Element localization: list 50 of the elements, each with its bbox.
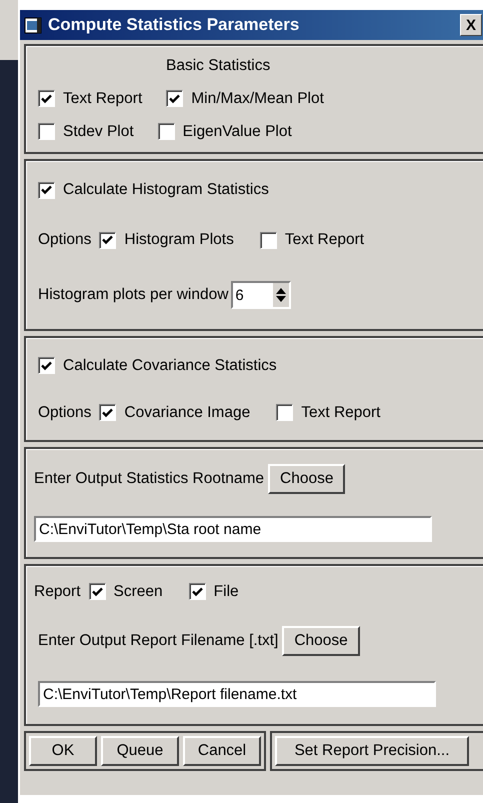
plots-per-window-label: Histogram plots per window [38,286,228,304]
rootname-label: Enter Output Statistics Rootname [34,470,264,488]
rootname-field[interactable]: C:\EnviTutor\Temp\Sta root name [34,516,432,542]
checkbox[interactable] [38,123,55,140]
checkbox-label: Calculate Histogram Statistics [63,181,269,199]
checkmark-icon [41,185,52,195]
close-button[interactable]: X [460,14,482,36]
checkmark-icon [41,360,52,370]
checkbox-label: EigenValue Plot [182,122,292,141]
checkbox-label: File [214,582,239,601]
checkbox[interactable] [38,90,55,108]
checkbox-label: Text Report [284,231,364,249]
checkbox[interactable] [166,90,184,108]
dialog-button[interactable]: OK [29,736,97,766]
report-filename-label: Enter Output Report Filename [.txt] [38,632,278,650]
checkbox-label: Histogram Plots [124,231,234,249]
choose-button[interactable]: Choose [268,464,346,494]
report-filename-field[interactable]: C:\EnviTutor\Temp\Report filename.txt [38,681,436,708]
window-icon [24,16,42,34]
choose-button[interactable]: Choose [282,626,360,656]
checkbox[interactable] [276,404,294,421]
checkmark-icon [192,586,203,597]
checkbox-label: Covariance Image [124,404,250,422]
options-label: Options [38,404,92,422]
checkbox-label: Calculate Covariance Statistics [63,356,277,374]
window-title: Compute Statistics Parameters [48,15,300,35]
checkbox-label: Text Report [63,90,142,108]
checkbox-label: Stdev Plot [63,122,134,141]
checkbox[interactable] [38,182,55,198]
set-precision-button[interactable]: Set Report Precision... [275,736,469,766]
checkbox-label: Text Report [301,404,380,422]
checkbox[interactable] [158,123,175,140]
section-heading: Basic Statistics [166,57,270,76]
checkmark-icon [92,586,103,597]
dialog-button[interactable]: Queue [101,736,179,766]
report-label: Report [34,582,81,601]
checkbox[interactable] [38,357,55,374]
dialog-button[interactable]: Cancel [183,736,261,766]
checkmark-icon [41,94,52,104]
checkbox[interactable] [188,583,206,600]
checkbox-label: Min/Max/Mean Plot [191,90,324,108]
checkmark-icon [102,408,114,418]
checkbox-label: Screen [114,582,163,601]
checkbox[interactable] [88,583,106,600]
checkmark-icon [169,94,180,104]
checkbox[interactable] [99,232,116,248]
checkmark-icon [102,235,114,245]
options-label: Options [38,231,92,249]
checkbox[interactable] [260,232,277,248]
checkbox[interactable] [99,404,116,421]
